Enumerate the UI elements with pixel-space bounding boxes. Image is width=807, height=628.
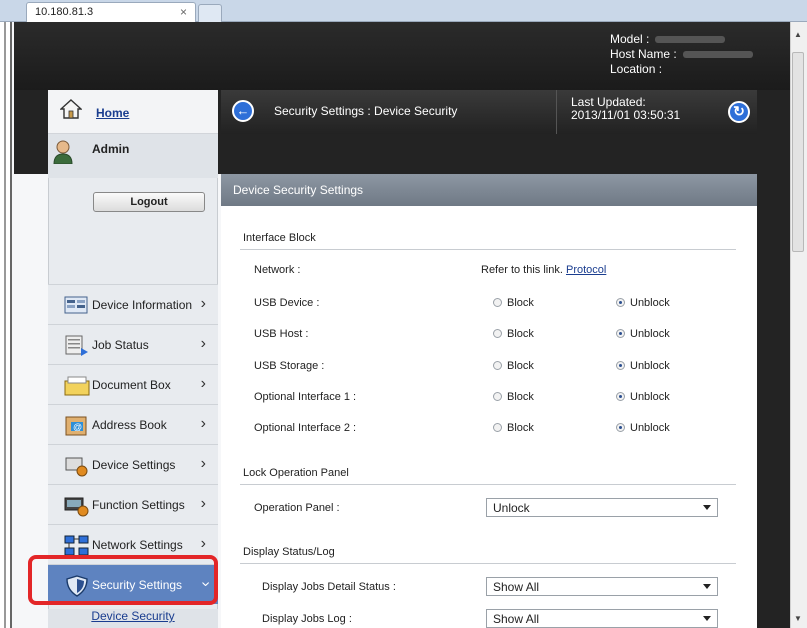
address-book-icon: @ <box>65 416 87 436</box>
optional-interface-1-label: Optional Interface 1 : <box>254 391 357 403</box>
display-jobs-detail-status-value: Show All <box>493 580 540 594</box>
usb-device-label: USB Device : <box>254 297 320 309</box>
network-link-text: Refer to this link. <box>481 264 563 276</box>
browser-tab[interactable]: 10.180.81.3 × <box>26 2 196 22</box>
divider <box>240 484 736 485</box>
dropdown-arrow-icon <box>703 505 711 510</box>
close-tab-icon[interactable]: × <box>180 5 187 19</box>
display-jobs-log-value: Show All <box>493 612 540 626</box>
dropdown-arrow-icon <box>703 616 711 621</box>
optional-interface-1-unblock-radio[interactable]: Unblock <box>616 391 670 403</box>
top-header: Model : Host Name : Location : <box>14 22 790 90</box>
sidebar-item-label: Function Settings <box>92 498 185 512</box>
sidebar-item-label: Document Box <box>92 378 171 392</box>
svg-text:@: @ <box>73 422 82 432</box>
device-information-icon <box>64 296 88 314</box>
optional-interface-2-label: Optional Interface 2 : <box>254 422 357 434</box>
redacted-value <box>655 36 726 44</box>
operation-panel-select[interactable]: Unlock <box>486 498 718 517</box>
last-updated: Last Updated: 2013/11/01 03:50:31 <box>556 90 714 134</box>
usb-storage-label: USB Storage : <box>254 360 325 372</box>
group-title-interface-block: Interface Block <box>243 232 316 244</box>
group-title-lock-operation-panel: Lock Operation Panel <box>243 467 349 479</box>
chevron-right-icon: › <box>200 535 206 552</box>
job-status-icon <box>65 335 88 356</box>
display-jobs-detail-status-label: Display Jobs Detail Status : <box>262 581 396 593</box>
group-title-display-status-log: Display Status/Log <box>243 546 335 558</box>
optional-interface-1-block-radio[interactable]: Block <box>493 391 534 403</box>
usb-device-unblock-radio[interactable]: Unblock <box>616 297 670 309</box>
logout-button[interactable]: Logout <box>93 192 205 212</box>
new-tab-button[interactable] <box>198 4 222 22</box>
operation-panel-value: Unlock <box>493 501 530 515</box>
host-name-label: Host Name : <box>610 47 677 61</box>
breadcrumb: Security Settings : Device Security <box>274 104 458 118</box>
scroll-up-icon[interactable]: ▲ <box>794 30 802 39</box>
chevron-right-icon: › <box>200 415 206 432</box>
home-link[interactable]: Home <box>96 106 129 120</box>
usb-host-block-radio[interactable]: Block <box>493 328 534 340</box>
operation-panel-label: Operation Panel : <box>254 502 340 514</box>
sidebar-item-document-box[interactable]: Document Box › <box>48 364 218 404</box>
scrollbar-thumb[interactable] <box>792 52 804 252</box>
chevron-right-icon: › <box>200 455 206 472</box>
last-updated-value: 2013/11/01 03:50:31 <box>571 108 681 122</box>
optional-interface-2-unblock-radio[interactable]: Unblock <box>616 422 670 434</box>
sidebar-item-label: Device Settings <box>92 458 176 472</box>
display-jobs-log-label: Display Jobs Log : <box>262 613 352 625</box>
display-jobs-detail-status-select[interactable]: Show All <box>486 577 718 596</box>
sidebar-item-label: Network Settings <box>92 538 183 552</box>
network-settings-icon <box>64 535 89 556</box>
window-left-border <box>0 22 12 628</box>
sidebar-subitem-device-security[interactable]: Device Security <box>48 609 218 628</box>
network-label: Network : <box>254 264 301 276</box>
sidebar-item-label: Device Information <box>92 298 193 312</box>
back-button[interactable]: ← <box>232 100 254 122</box>
chevron-right-icon: › <box>200 335 206 352</box>
network-link-row: Refer to this link. Protocol <box>481 264 606 276</box>
device-info-block: Model : Host Name : Location : <box>610 32 753 77</box>
divider <box>240 249 736 250</box>
chevron-right-icon: › <box>200 375 206 392</box>
scroll-down-icon[interactable]: ▼ <box>794 614 802 623</box>
home-icon <box>60 99 82 119</box>
sidebar-item-device-information[interactable]: Device Information › <box>48 284 218 324</box>
redacted-value <box>682 51 753 59</box>
usb-host-label: USB Host : <box>254 328 309 340</box>
sidebar-item-device-settings[interactable]: Device Settings › <box>48 444 218 484</box>
usb-storage-block-radio[interactable]: Block <box>493 360 534 372</box>
document-box-icon <box>64 376 90 396</box>
device-settings-icon <box>65 457 88 477</box>
user-icon <box>53 140 73 164</box>
browser-tab-title: 10.180.81.3 <box>35 6 94 18</box>
function-settings-icon <box>64 497 89 517</box>
chevron-right-icon: › <box>200 495 206 512</box>
sidebar-item-function-settings[interactable]: Function Settings › <box>48 484 218 524</box>
usb-host-unblock-radio[interactable]: Unblock <box>616 328 670 340</box>
highlight-callout <box>28 555 218 605</box>
refresh-button[interactable]: ↻ <box>728 101 750 123</box>
sidebar-item-label: Address Book <box>92 418 167 432</box>
usb-device-block-radio[interactable]: Block <box>493 297 534 309</box>
location-label: Location : <box>610 62 663 76</box>
optional-interface-2-block-radio[interactable]: Block <box>493 422 534 434</box>
right-gutter <box>757 90 790 628</box>
sidebar-item-job-status[interactable]: Job Status › <box>48 324 218 364</box>
sidebar-item-address-book[interactable]: @ Address Book › <box>48 404 218 444</box>
section-header: Device Security Settings <box>221 174 757 206</box>
dropdown-arrow-icon <box>703 584 711 589</box>
sidebar-item-label: Job Status <box>92 338 149 352</box>
protocol-link[interactable]: Protocol <box>566 264 606 276</box>
model-label: Model : <box>610 32 650 46</box>
admin-label: Admin <box>92 142 130 156</box>
usb-storage-unblock-radio[interactable]: Unblock <box>616 360 670 372</box>
divider <box>240 563 736 564</box>
display-jobs-log-select[interactable]: Show All <box>486 609 718 628</box>
chevron-right-icon: › <box>200 295 206 312</box>
